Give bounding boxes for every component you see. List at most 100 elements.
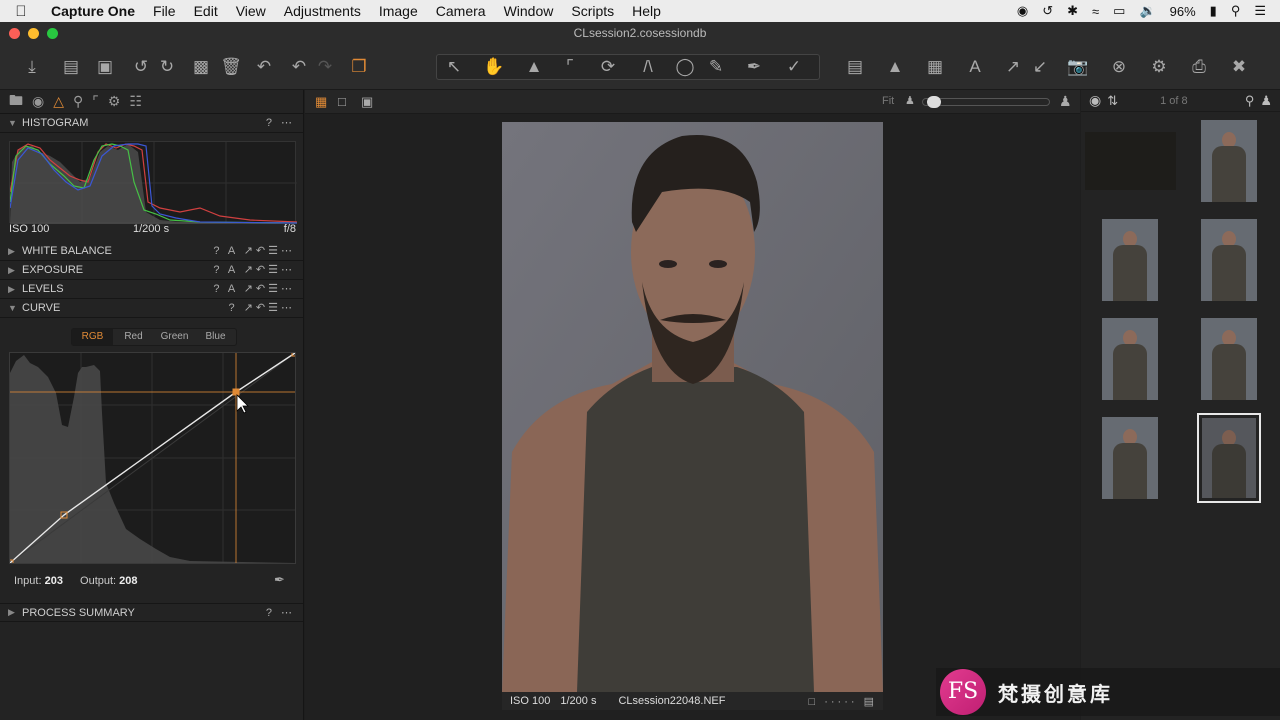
text-overlay-icon[interactable]: A xyxy=(964,56,986,78)
menu-help[interactable]: Help xyxy=(623,0,670,22)
menu-edit[interactable]: Edit xyxy=(185,0,227,22)
spotlight-search-icon[interactable]: ⚲ xyxy=(1231,3,1241,19)
viewer-layout-icon[interactable]: ▤ xyxy=(844,56,866,78)
notification-center-icon[interactable]: ☰ xyxy=(1254,3,1266,19)
rating-dots-icon[interactable]: □ ····· ▤ xyxy=(809,695,883,708)
menu-scripts[interactable]: Scripts xyxy=(562,0,623,22)
disable-icon[interactable]: ⊗ xyxy=(1108,56,1130,78)
eye-icon[interactable]: ◉ xyxy=(1089,92,1101,109)
white-balance-header[interactable]: ▶ WHITE BALANCE ? A ↗↶☰⋯ xyxy=(0,242,303,261)
settings-gear-icon[interactable]: ⚙ xyxy=(1148,56,1170,78)
menu-image[interactable]: Image xyxy=(370,0,427,22)
move-to-folder-icon[interactable]: ▩ xyxy=(190,56,212,78)
curve-tab-rgb[interactable]: RGB xyxy=(72,329,113,345)
exposure-warning-icon[interactable]: ▲ xyxy=(884,56,906,78)
trash-icon[interactable]: 🗑 xyxy=(220,56,242,78)
thumbnail-1[interactable] xyxy=(1085,132,1176,190)
menu-view[interactable]: View xyxy=(227,0,275,22)
white-balance-controls[interactable]: ? A ↗↶☰⋯ xyxy=(213,242,295,261)
histogram-header[interactable]: ▼ HISTOGRAM ? ⋯ xyxy=(0,114,303,133)
metadata-tab-icon[interactable]: ☷ xyxy=(129,93,142,110)
levels-controls[interactable]: ? A ↗↶☰⋯ xyxy=(213,280,295,299)
multi-view-icon[interactable]: ▦ xyxy=(315,94,327,110)
details-tab-icon[interactable]: ⚲ xyxy=(73,93,83,110)
rotate-right-icon[interactable]: ↻ xyxy=(156,56,178,78)
sort-icon[interactable]: ⇅ xyxy=(1107,93,1118,109)
brush-tool-icon[interactable]: ✎ xyxy=(705,56,727,78)
copy-apply-icon[interactable]: ❐ xyxy=(348,56,370,78)
live-view-icon[interactable]: ▣ xyxy=(94,56,116,78)
curve-editor[interactable] xyxy=(6,349,299,567)
menu-window[interactable]: Window xyxy=(495,0,563,22)
apple-menu-icon[interactable]:  xyxy=(0,3,42,20)
curve-controls[interactable]: ? ↗↶☰⋯ xyxy=(229,299,295,318)
grid-icon[interactable]: ▦ xyxy=(924,56,946,78)
curve-tab-red[interactable]: Red xyxy=(113,329,154,345)
apply-adjustments-icon[interactable]: ↙ xyxy=(1029,56,1051,78)
exposure-header[interactable]: ▶ EXPOSURE ? A ↗↶☰⋯ xyxy=(0,261,303,280)
close-window-button[interactable] xyxy=(9,28,20,39)
library-tab-icon[interactable]: 🖿 xyxy=(9,90,23,114)
collapse-arrow-icon[interactable]: ▼ xyxy=(8,118,22,128)
expand-arrow-icon[interactable]: ▶ xyxy=(8,265,22,276)
main-photo[interactable] xyxy=(502,122,883,692)
thumbnail-8-selected[interactable] xyxy=(1197,413,1261,503)
import-icon[interactable]: ⤓ xyxy=(21,56,43,78)
menu-capture-one[interactable]: Capture One xyxy=(42,0,144,22)
tools-icon[interactable]: ✖ xyxy=(1228,56,1250,78)
zoom-window-button[interactable] xyxy=(47,28,58,39)
rotate-tool-icon[interactable]: ⟳ xyxy=(597,56,619,78)
camera-icon[interactable]: 📷 xyxy=(1067,56,1089,78)
annotate-tool-icon[interactable]: ✓ xyxy=(783,56,805,78)
select-cursor-icon[interactable]: ↖ xyxy=(443,56,465,78)
process-summary-header[interactable]: ▶ PROCESS SUMMARY ? ⋯ xyxy=(0,603,303,622)
minimize-window-button[interactable] xyxy=(28,28,39,39)
time-machine-icon[interactable]: ↺ xyxy=(1042,3,1053,19)
crop-tool-icon[interactable]: ⌜ xyxy=(559,56,581,78)
zoom-slider[interactable] xyxy=(922,96,1050,108)
expand-arrow-icon[interactable]: ▶ xyxy=(8,284,22,295)
wifi-icon[interactable]: ≈ xyxy=(1092,4,1099,19)
capture-icon[interactable]: ▤ xyxy=(60,56,82,78)
thumbnail-3[interactable] xyxy=(1102,219,1158,301)
exposure-controls[interactable]: ? A ↗↶☰⋯ xyxy=(213,261,295,280)
expand-arrow-icon[interactable]: ▶ xyxy=(8,246,22,257)
adjustments-tab-icon[interactable]: ⚙ xyxy=(108,93,121,110)
collapse-arrow-icon[interactable]: ▼ xyxy=(8,303,22,313)
expand-arrow-icon[interactable]: ▶ xyxy=(8,607,22,618)
zoom-slider-thumb[interactable] xyxy=(927,96,941,108)
creative-cloud-icon[interactable]: ◉ xyxy=(1017,3,1028,19)
menu-adjustments[interactable]: Adjustments xyxy=(275,0,370,22)
curve-point-selected[interactable] xyxy=(232,388,240,396)
keystone-tool-icon[interactable]: /\ xyxy=(637,56,659,78)
picker-tool-icon[interactable]: ✒ xyxy=(743,56,765,78)
bluetooth-icon[interactable]: ✱ xyxy=(1067,3,1078,19)
levels-header[interactable]: ▶ LEVELS ? A ↗↶☰⋯ xyxy=(0,280,303,299)
curve-header[interactable]: ▼ CURVE ? ↗↶☰⋯ xyxy=(0,299,303,318)
color-tab-icon[interactable]: △ xyxy=(53,93,64,110)
menu-file[interactable]: File xyxy=(144,0,185,22)
thumbnail-7[interactable] xyxy=(1102,417,1158,499)
volume-icon[interactable]: 🔉 xyxy=(1139,3,1155,19)
histogram-controls[interactable]: ? ⋯ xyxy=(266,114,295,133)
curve-tab-green[interactable]: Green xyxy=(154,329,195,345)
rotate-left-icon[interactable]: ↺ xyxy=(130,56,152,78)
thumbnail-5[interactable] xyxy=(1102,318,1158,400)
undo-icon[interactable]: ↶ xyxy=(288,56,310,78)
circle-mask-icon[interactable]: ◯ xyxy=(674,56,696,78)
primary-view-icon[interactable]: ▣ xyxy=(361,94,373,110)
thumbnail-4[interactable] xyxy=(1201,219,1257,301)
battery-icon[interactable]: ▮ xyxy=(1210,3,1217,19)
person-filter-icon[interactable]: ♟ xyxy=(1260,93,1272,109)
copy-adjustments-icon[interactable]: ↗ xyxy=(1002,56,1024,78)
stamp-tool-icon[interactable]: ▲ xyxy=(523,56,545,78)
hand-tool-icon[interactable]: ✋ xyxy=(483,56,505,78)
menu-camera[interactable]: Camera xyxy=(427,0,495,22)
curve-picker-icon[interactable]: ✒ xyxy=(274,572,285,588)
airplay-icon[interactable]: ▭ xyxy=(1113,3,1125,19)
redo-icon[interactable]: ↷ xyxy=(314,56,336,78)
filter-search-icon[interactable]: ⚲ xyxy=(1245,93,1255,109)
process-summary-controls[interactable]: ? ⋯ xyxy=(266,604,295,623)
lens-tab-icon[interactable]: ⌜ xyxy=(92,93,99,110)
single-view-icon[interactable]: □ xyxy=(338,94,346,109)
